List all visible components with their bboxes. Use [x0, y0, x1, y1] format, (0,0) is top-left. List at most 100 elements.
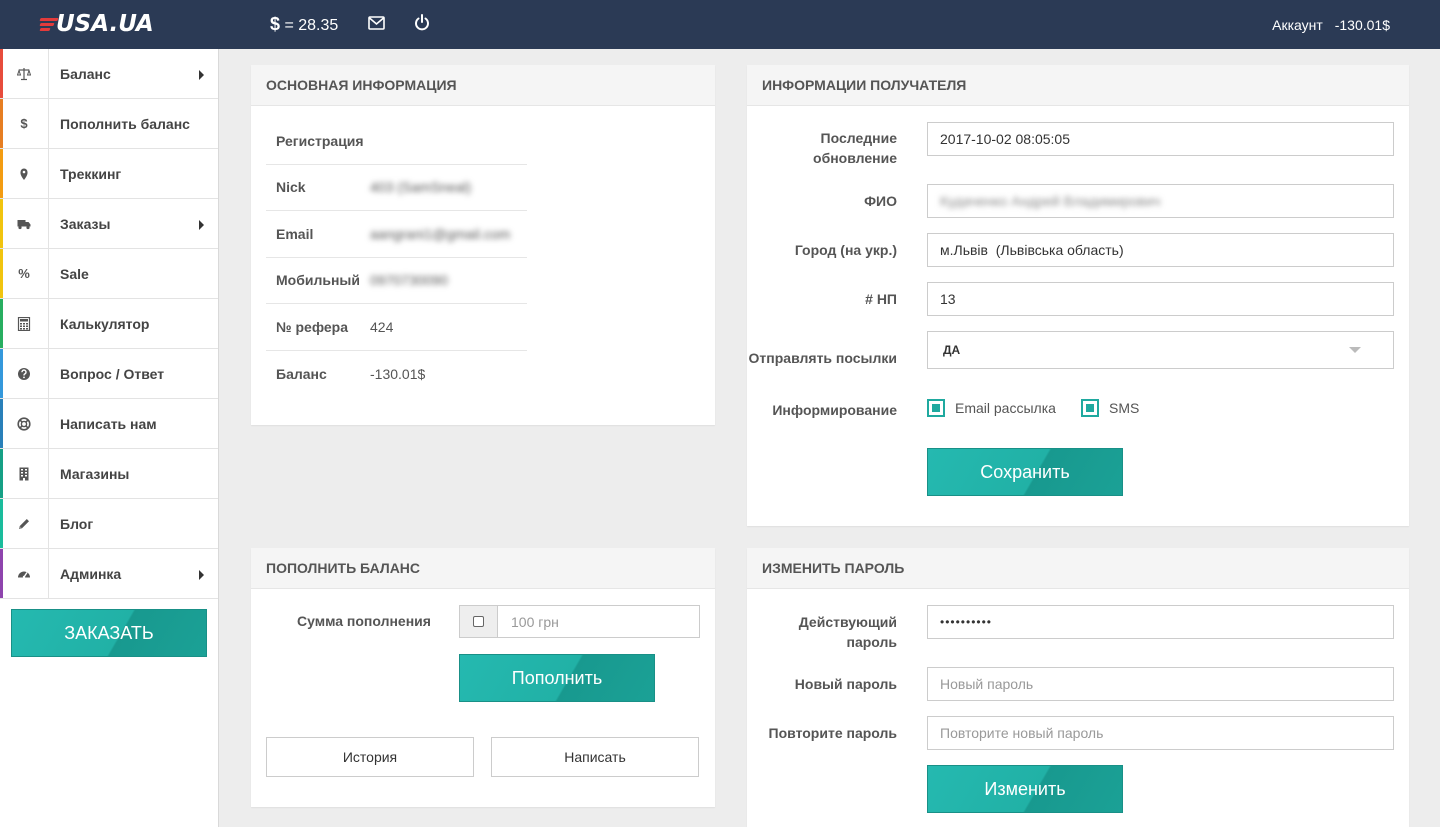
save-button[interactable]: Сохранить	[927, 448, 1123, 496]
info-row-mobile: Мобильный 0970730090	[266, 258, 527, 304]
order-button[interactable]: ЗАКАЗАТЬ	[11, 609, 207, 657]
info-row-email: Email aangrani1@gmail.com	[266, 211, 527, 258]
panel-title: ОСНОВНАЯ ИНФОРМАЦИЯ	[251, 65, 715, 106]
dollar-icon: $	[0, 98, 49, 149]
field-label: Информирование	[772, 402, 897, 418]
account-info[interactable]: Аккаунт -130.01$	[1272, 17, 1390, 33]
amount-checkbox[interactable]	[473, 616, 484, 627]
basic-info-panel: ОСНОВНАЯ ИНФОРМАЦИЯ Регистрация Nick 403…	[251, 65, 715, 425]
info-label: Регистрация	[276, 132, 364, 149]
truck-icon	[0, 198, 49, 249]
select-value: ДА	[943, 343, 961, 357]
mail-icon[interactable]	[368, 16, 385, 30]
sms-checkbox[interactable]	[1081, 399, 1099, 417]
field-label: Город (на укр.)	[794, 242, 897, 258]
field-label: Повторите пароль	[768, 725, 897, 741]
logo[interactable]: USA.UA	[39, 10, 154, 38]
email-newsletter-option[interactable]: Email рассылка	[927, 399, 1056, 417]
sidebar-item-calculator[interactable]: Калькулятор	[0, 298, 218, 349]
sidebar-item-sale[interactable]: % Sale	[0, 248, 218, 299]
np-field[interactable]: 13	[927, 282, 1394, 316]
sms-option[interactable]: SMS	[1081, 399, 1139, 417]
email-newsletter-checkbox[interactable]	[927, 399, 945, 417]
last-update-field[interactable]: 2017-10-02 08:05:05	[927, 122, 1394, 156]
percent-icon: %	[0, 248, 49, 299]
info-row-registration: Регистрация	[266, 118, 527, 165]
power-icon[interactable]	[414, 14, 430, 32]
field-label: Последние обновление	[813, 130, 897, 166]
info-label: Мобильный	[276, 272, 360, 289]
field-label: Сумма пополнения	[297, 613, 431, 629]
basic-info-table: Регистрация Nick 403 (SamSneal) Email aa…	[266, 118, 527, 397]
info-value: aangrani1@gmail.com	[370, 225, 511, 242]
dollar-symbol: $	[270, 14, 281, 34]
sidebar-item-label: Sale	[60, 265, 89, 282]
panel-title: ИЗМЕНИТЬ ПАРОЛЬ	[747, 548, 1409, 589]
caret-right-icon	[199, 70, 204, 80]
sidebar-item-label: Треккинг	[60, 165, 122, 182]
fio-value: Кудаченко Андрей Владимирович	[940, 193, 1161, 209]
info-value: 424	[370, 318, 394, 335]
change-password-button[interactable]: Изменить	[927, 765, 1123, 813]
account-balance: -130.01$	[1334, 17, 1390, 33]
sidebar-item-admin[interactable]: Админка	[0, 548, 218, 599]
building-icon	[0, 448, 49, 499]
sidebar-item-tracking[interactable]: Треккинг	[0, 148, 218, 199]
sidebar-item-orders[interactable]: Заказы	[0, 198, 218, 249]
info-row-balance: Баланс -130.01$	[266, 351, 527, 398]
sidebar-item-label: Вопрос / Ответ	[60, 365, 165, 382]
info-value: 0970730090	[370, 272, 448, 289]
sidebar: Баланс $ Пополнить баланс Треккинг Заказ…	[0, 48, 219, 827]
sidebar-item-label: Калькулятор	[60, 315, 150, 332]
new-password-field[interactable]: Новый пароль	[927, 667, 1394, 701]
sidebar-item-label: Блог	[60, 515, 94, 532]
change-password-panel: ИЗМЕНИТЬ ПАРОЛЬ Действующий пароль •••••…	[747, 548, 1409, 827]
scales-icon	[0, 48, 49, 99]
sidebar-item-topup[interactable]: $ Пополнить баланс	[0, 98, 218, 149]
write-button[interactable]: Написать	[491, 737, 699, 777]
topup-panel: ПОПОЛНИТЬ БАЛАНС Сумма пополнения 100 гр…	[251, 548, 715, 807]
sidebar-item-faq[interactable]: Вопрос / Ответ	[0, 348, 218, 399]
sidebar-item-shops[interactable]: Магазины	[0, 448, 218, 499]
lifebuoy-icon	[0, 398, 49, 449]
sidebar-item-label: Заказы	[60, 215, 111, 232]
field-label: ФИО	[864, 193, 897, 209]
option-label: SMS	[1109, 400, 1140, 416]
topup-button[interactable]: Пополнить	[459, 654, 655, 702]
top-bar: USA.UA $ = 28.35 Аккаунт -130.01$	[0, 0, 1440, 49]
info-label: Email	[276, 225, 314, 242]
calculator-icon	[0, 298, 49, 349]
info-value: -130.01$	[370, 365, 426, 382]
amount-input[interactable]: 100 грн	[498, 606, 699, 637]
chevron-down-icon	[1349, 347, 1361, 353]
sidebar-item-blog[interactable]: Блог	[0, 498, 218, 549]
amount-addon	[460, 606, 498, 637]
field-label: # НП	[865, 291, 897, 307]
city-field[interactable]: м.Львів (Львівська область)	[927, 233, 1394, 267]
map-pin-icon	[0, 148, 49, 199]
sidebar-item-contact[interactable]: Написать нам	[0, 398, 218, 449]
info-label: Баланс	[276, 365, 327, 382]
logo-text: USA.UA	[56, 11, 154, 37]
sidebar-item-balance[interactable]: Баланс	[0, 48, 218, 99]
repeat-password-field[interactable]: Повторите новый пароль	[927, 716, 1394, 750]
sidebar-item-label: Админка	[60, 565, 122, 582]
form-row-inform: Информирование	[747, 400, 1410, 420]
current-password-field[interactable]: ••••••••••	[927, 605, 1394, 639]
info-row-nick: Nick 403 (SamSneal)	[266, 165, 527, 211]
send-parcels-select[interactable]: ДА	[927, 331, 1394, 369]
account-label: Аккаунт	[1272, 17, 1323, 33]
field-label: Новый пароль	[794, 676, 897, 692]
exchange-rate: $ = 28.35	[270, 14, 338, 35]
fio-field[interactable]: Кудаченко Андрей Владимирович	[927, 184, 1394, 218]
info-label: № рефера	[276, 318, 349, 335]
sidebar-item-label: Баланс	[60, 65, 111, 82]
pencil-icon	[0, 498, 49, 549]
amount-input-group: 100 грн	[459, 605, 700, 638]
sidebar-item-label: Магазины	[60, 465, 130, 482]
history-button[interactable]: История	[266, 737, 474, 777]
panel-title: ПОПОЛНИТЬ БАЛАНС	[251, 548, 715, 589]
recipient-info-panel: ИНФОРМАЦИИ ПОЛУЧАТЕЛЯ Последние обновлен…	[747, 65, 1409, 526]
info-label: Nick	[276, 179, 306, 196]
info-value: 403 (SamSneal)	[370, 179, 472, 196]
